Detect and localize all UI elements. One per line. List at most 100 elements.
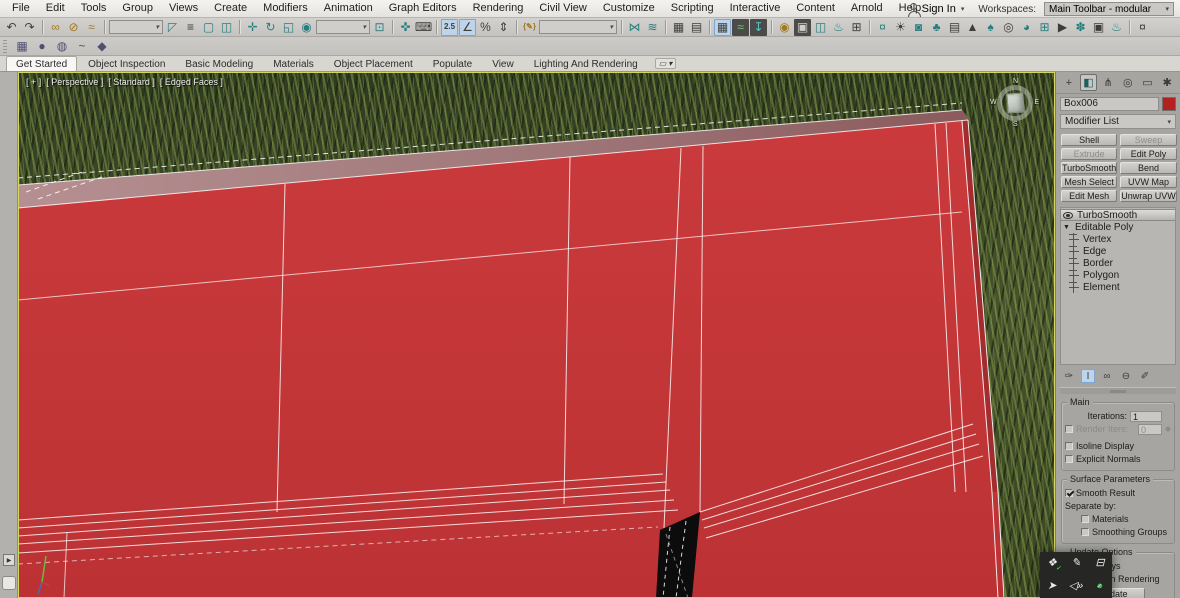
- make-unique-icon[interactable]: ∞: [1100, 369, 1114, 383]
- menu-file[interactable]: File: [4, 0, 38, 17]
- viewcube-cube[interactable]: [1006, 92, 1025, 114]
- rectangular-selection-icon[interactable]: ▢: [200, 19, 217, 36]
- redo-icon[interactable]: ↷: [21, 19, 38, 36]
- layer-explorer-icon[interactable]: ▤: [688, 19, 705, 36]
- compass-east[interactable]: E: [1034, 99, 1039, 106]
- menu-scripting[interactable]: Scripting: [663, 0, 722, 17]
- spinner-down-icon[interactable]: [1165, 416, 1171, 422]
- menu-views[interactable]: Views: [161, 0, 206, 17]
- snaps-toggle-icon[interactable]: 2.5: [441, 18, 458, 36]
- explicit-normals-checkbox[interactable]: [1065, 455, 1073, 463]
- viewcube-navigation[interactable]: N E S W: [990, 78, 1039, 128]
- scene-explorer-icon[interactable]: ▦: [670, 19, 687, 36]
- named-sets-dropdown[interactable]: ▾: [539, 20, 617, 34]
- modifier-button-shell[interactable]: Shell: [1061, 134, 1118, 146]
- tab-view[interactable]: View: [483, 57, 523, 71]
- configure-modifier-sets-icon[interactable]: ✐: [1138, 369, 1152, 383]
- modifier-stack[interactable]: TurboSmooth ▼ Editable Poly Vertex Edge: [1060, 207, 1176, 365]
- modifier-list-dropdown[interactable]: Modifier List ▾: [1060, 114, 1176, 129]
- undo-icon[interactable]: ↶: [3, 19, 20, 36]
- rendered-frame-icon[interactable]: ◫: [812, 19, 829, 36]
- viewport-menu-standard[interactable]: [ Standard ]: [108, 77, 155, 87]
- select-and-place-icon[interactable]: ◉: [298, 19, 315, 36]
- mirror-icon[interactable]: ⋈: [626, 19, 643, 36]
- schematic-view-icon[interactable]: ↧: [750, 18, 767, 36]
- stack-subobject-border[interactable]: Border: [1061, 257, 1175, 269]
- bind-to-space-warp-icon[interactable]: ≈: [83, 19, 100, 36]
- volume-icon[interactable]: ◁»: [1069, 581, 1084, 592]
- modifier-button-bend[interactable]: Bend: [1120, 162, 1177, 174]
- render-icon[interactable]: ♨: [830, 19, 847, 36]
- select-and-link-icon[interactable]: ∞: [47, 19, 64, 36]
- tab-lighting-and-rendering[interactable]: Lighting And Rendering: [525, 57, 647, 71]
- chevron-expand-icon[interactable]: ▼: [1063, 224, 1071, 231]
- quick-render-icon[interactable]: ⊞: [848, 19, 865, 36]
- angle-snap-icon[interactable]: ∠: [459, 18, 476, 36]
- select-and-rotate-icon[interactable]: ↻: [262, 19, 279, 36]
- plus-window-icon[interactable]: ⊞: [1036, 19, 1053, 36]
- menu-rendering[interactable]: Rendering: [465, 0, 532, 17]
- select-by-name-icon[interactable]: ≡: [182, 19, 199, 36]
- spinner-down-icon[interactable]: [1165, 429, 1171, 435]
- spline-icon[interactable]: ~: [74, 38, 90, 54]
- object-color-swatch[interactable]: [1162, 97, 1176, 111]
- window-icon[interactable]: ▣: [1090, 19, 1107, 36]
- tab-get-started[interactable]: Get Started: [6, 56, 78, 71]
- create-tab[interactable]: +: [1060, 74, 1077, 91]
- menu-tools[interactable]: Tools: [73, 0, 115, 17]
- tab-basic-modeling[interactable]: Basic Modeling: [176, 57, 262, 71]
- modifier-button-edit-poly[interactable]: Edit Poly: [1120, 148, 1177, 160]
- select-object-icon[interactable]: ◸: [164, 19, 181, 36]
- bulb-gear-icon[interactable]: ¤: [1134, 19, 1151, 36]
- reference-coordinate-dropdown[interactable]: ▾: [316, 20, 370, 34]
- viewport-menu-general[interactable]: [ + ]: [26, 77, 41, 87]
- object-name-field[interactable]: Box006: [1060, 97, 1159, 111]
- smooth-result-checkbox[interactable]: [1065, 489, 1073, 497]
- viewport-menu-shading[interactable]: [ Edged Faces ]: [160, 77, 223, 87]
- sign-in-button[interactable]: Sign In ▾: [904, 3, 971, 17]
- modifier-button-extrude[interactable]: Extrude: [1061, 148, 1118, 160]
- modifier-button-mesh-select[interactable]: Mesh Select: [1061, 176, 1118, 188]
- light-bulb-icon[interactable]: ¤: [874, 19, 891, 36]
- select-and-manipulate-icon[interactable]: ✜: [397, 19, 414, 36]
- smoothing-groups-checkbox[interactable]: [1081, 528, 1089, 536]
- menu-civil-view[interactable]: Civil View: [531, 0, 594, 17]
- selection-filter-dropdown[interactable]: ▾: [109, 20, 163, 34]
- cube-primitive-icon[interactable]: ◆: [94, 38, 110, 54]
- stack-subobject-element[interactable]: Element: [1061, 281, 1175, 293]
- viewport-canvas[interactable]: [18, 72, 1055, 598]
- pin-stack-icon[interactable]: ✑: [1062, 369, 1076, 383]
- visibility-eye-icon[interactable]: [1063, 211, 1073, 219]
- menu-graph-editors[interactable]: Graph Editors: [381, 0, 465, 17]
- status-ok-icon[interactable]: ● ✓: [1096, 581, 1103, 592]
- tab-populate[interactable]: Populate: [424, 57, 481, 71]
- tab-materials[interactable]: Materials: [264, 57, 323, 71]
- curve-editor-icon[interactable]: ≈: [732, 18, 749, 36]
- video-icon[interactable]: ▶: [1054, 19, 1071, 36]
- sphere-primitive-icon[interactable]: ●: [34, 38, 50, 54]
- use-pivot-center-icon[interactable]: ⊡: [371, 19, 388, 36]
- share-arrow-icon[interactable]: ➤: [1047, 581, 1056, 592]
- menu-arnold[interactable]: Arnold: [843, 0, 891, 17]
- sun-icon[interactable]: ☀: [892, 19, 909, 36]
- cylinder-primitive-icon[interactable]: ◍: [54, 38, 70, 54]
- stack-subobject-vertex[interactable]: Vertex: [1061, 233, 1175, 245]
- foliage-icon[interactable]: ♣: [928, 19, 945, 36]
- menu-create[interactable]: Create: [206, 0, 255, 17]
- percent-snap-icon[interactable]: %: [477, 19, 494, 36]
- menu-content[interactable]: Content: [788, 0, 843, 17]
- modifier-button-uvw-map[interactable]: UVW Map: [1120, 176, 1177, 188]
- stack-subobject-edge[interactable]: Edge: [1061, 245, 1175, 257]
- render-iters-input[interactable]: 0: [1138, 423, 1162, 435]
- render-iters-spinner[interactable]: [1165, 423, 1171, 435]
- ribbon-toggle-icon[interactable]: ▦: [714, 18, 731, 36]
- expand-panel-button[interactable]: ▶: [3, 554, 15, 566]
- camera-icon[interactable]: ◙: [910, 19, 927, 36]
- edit-named-sets-icon[interactable]: {✎}: [521, 19, 538, 36]
- plant-icon[interactable]: ♠: [982, 19, 999, 36]
- align-icon[interactable]: ≋: [644, 19, 661, 36]
- modifier-button-turbosmooth[interactable]: TurboSmooth: [1061, 162, 1118, 174]
- sphere-icon[interactable]: ◕: [1018, 19, 1035, 36]
- grid-icon[interactable]: ▦: [14, 38, 30, 54]
- viewport-menu-pov[interactable]: [ Perspective ]: [46, 77, 103, 87]
